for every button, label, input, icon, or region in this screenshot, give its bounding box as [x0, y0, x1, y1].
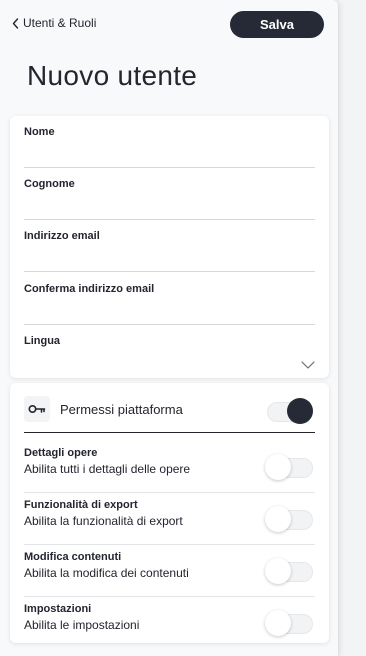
- last-name-field: Cognome: [24, 178, 315, 220]
- permission-row-edit-content: Modifica contenuti Abilita la modifica d…: [24, 545, 315, 597]
- user-details-card: Nome Cognome Indirizzo email Conferma in…: [10, 116, 329, 378]
- export-toggle[interactable]: [265, 503, 315, 532]
- new-user-panel: Utenti & Ruoli Salva Nuovo utente Nome C…: [0, 0, 338, 656]
- permissions-card: Permessi piattaforma Dettagli opere Abil…: [10, 383, 329, 643]
- first-name-field: Nome: [24, 126, 315, 168]
- page-title: Nuovo utente: [27, 60, 198, 91]
- permissions-title: Permessi piattaforma: [60, 402, 183, 417]
- platform-permissions-toggle[interactable]: [265, 395, 315, 424]
- last-name-input[interactable]: [24, 196, 315, 218]
- permission-description: Abilita tutti i dettagli delle opere: [24, 462, 191, 476]
- settings-toggle[interactable]: [265, 607, 315, 636]
- permissions-header: Permessi piattaforma: [24, 395, 315, 433]
- last-name-label: Cognome: [24, 178, 75, 190]
- permission-title: Impostazioni: [24, 603, 92, 615]
- language-label: Lingua: [24, 335, 61, 347]
- language-select[interactable]: Lingua: [24, 335, 315, 377]
- email-input[interactable]: [24, 248, 315, 270]
- toggle-knob: [265, 610, 291, 636]
- chevron-down-icon[interactable]: [301, 361, 315, 369]
- permission-description: Abilita la modifica dei contenuti: [24, 566, 189, 580]
- permission-row-settings: Impostazioni Abilita le impostazioni: [24, 597, 315, 649]
- chevron-left-icon: [12, 17, 19, 29]
- top-bar: Utenti & Ruoli Salva: [0, 0, 338, 50]
- toggle-knob: [265, 558, 291, 584]
- confirm-email-field: Conferma indirizzo email: [24, 283, 315, 325]
- permission-description: Abilita le impostazioni: [24, 618, 140, 632]
- confirm-email-input[interactable]: [24, 301, 315, 323]
- back-link-label: Utenti & Ruoli: [23, 16, 97, 30]
- email-label: Indirizzo email: [24, 230, 100, 242]
- permission-title: Funzionalità di export: [24, 499, 138, 511]
- save-button[interactable]: Salva: [230, 11, 324, 38]
- works-details-toggle[interactable]: [265, 451, 315, 480]
- toggle-knob: [287, 398, 313, 424]
- permission-title: Modifica contenuti: [24, 551, 122, 563]
- back-link[interactable]: Utenti & Ruoli: [12, 16, 96, 30]
- email-field: Indirizzo email: [24, 230, 315, 272]
- permission-description: Abilita la funzionalità di export: [24, 514, 183, 528]
- language-value: [24, 353, 315, 375]
- permission-row-export: Funzionalità di export Abilita la funzio…: [24, 493, 315, 545]
- permission-title: Dettagli opere: [24, 447, 98, 459]
- permission-row-works-details: Dettagli opere Abilita tutti i dettagli …: [24, 441, 315, 493]
- key-icon: [24, 396, 50, 422]
- toggle-knob: [265, 454, 291, 480]
- edit-content-toggle[interactable]: [265, 555, 315, 584]
- first-name-input[interactable]: [24, 144, 315, 166]
- toggle-knob: [265, 506, 291, 532]
- first-name-label: Nome: [24, 126, 55, 138]
- confirm-email-label: Conferma indirizzo email: [24, 283, 155, 295]
